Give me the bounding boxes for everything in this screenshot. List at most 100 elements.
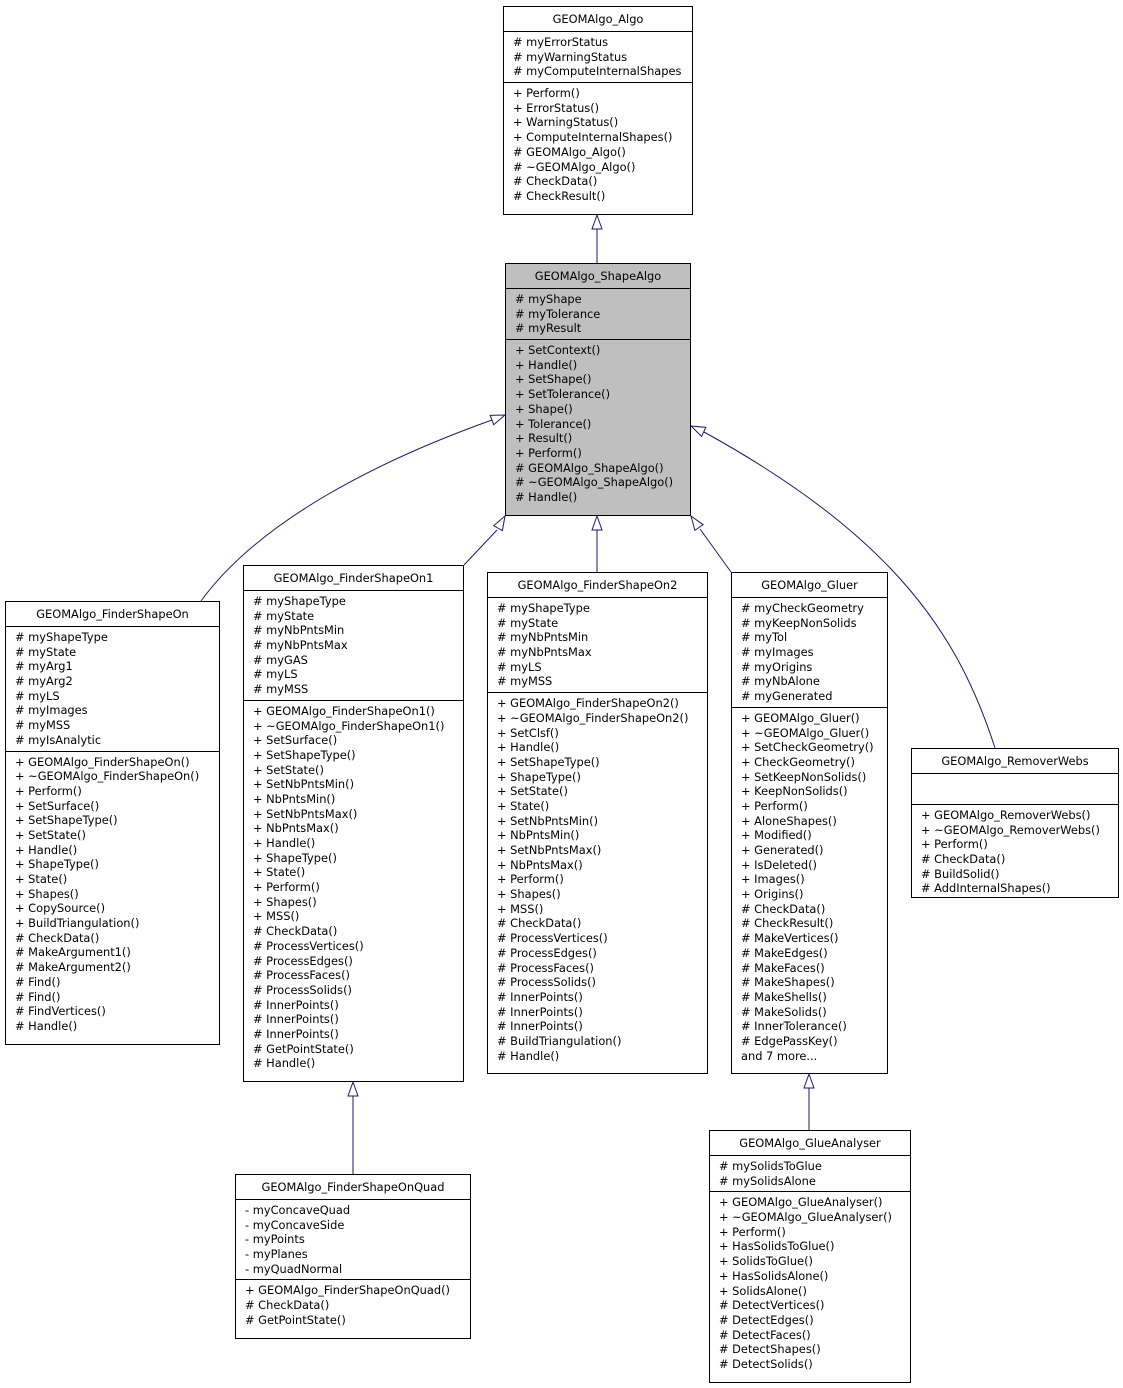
method-origins[interactable]: + Origins(): [741, 887, 887, 902]
method-checkdata[interactable]: # CheckData(): [497, 916, 707, 931]
method-innerpoints[interactable]: # InnerPoints(): [253, 998, 463, 1013]
class-name[interactable]: GEOMAlgo_ShapeAlgo: [506, 264, 690, 289]
class-name[interactable]: GEOMAlgo_FinderShapeOn2: [488, 573, 707, 598]
method-geomalgo-findershapeon[interactable]: + ~GEOMAlgo_FinderShapeOn(): [15, 769, 219, 784]
method-handle[interactable]: # Handle(): [253, 1056, 463, 1071]
attribute-mynbpntsmax[interactable]: # myNbPntsMax: [497, 645, 707, 660]
method-tolerance[interactable]: + Tolerance(): [515, 417, 690, 432]
method-innerpoints[interactable]: # InnerPoints(): [253, 1012, 463, 1027]
method-setshapetype[interactable]: + SetShapeType(): [15, 813, 219, 828]
method-checkdata[interactable]: # CheckData(): [921, 852, 1118, 867]
method-geomalgo-findershapeon1[interactable]: + ~GEOMAlgo_FinderShapeOn1(): [253, 719, 463, 734]
class-box-geomalgo-findershapeon2[interactable]: GEOMAlgo_FinderShapeOn2 # myShapeType # my…: [487, 572, 708, 1074]
method-checkgeometry[interactable]: + CheckGeometry(): [741, 755, 887, 770]
attribute-mycomputeinternalshapes[interactable]: # myComputeInternalShapes: [513, 64, 692, 79]
attribute-mykeepnonsolids[interactable]: # myKeepNonSolids: [741, 616, 887, 631]
method-checkdata[interactable]: # CheckData(): [245, 1298, 470, 1313]
class-name[interactable]: GEOMAlgo_Algo: [504, 7, 692, 32]
attribute-mytol[interactable]: # myTol: [741, 630, 887, 645]
method-geomalgo-algo[interactable]: # ~GEOMAlgo_Algo(): [513, 160, 692, 175]
method-perform[interactable]: + Perform(): [741, 799, 887, 814]
method-nbpntsmax[interactable]: + NbPntsMax(): [497, 858, 707, 873]
method-computeinternalshapes[interactable]: + ComputeInternalShapes(): [513, 130, 692, 145]
method-setstate[interactable]: + SetState(): [15, 828, 219, 843]
method-innerpoints[interactable]: # InnerPoints(): [497, 990, 707, 1005]
method-nbpntsmin[interactable]: + NbPntsMin(): [253, 792, 463, 807]
attribute-myarg2[interactable]: # myArg2: [15, 674, 219, 689]
method-detectsolids[interactable]: # DetectSolids(): [719, 1357, 910, 1372]
method-perform[interactable]: + Perform(): [497, 872, 707, 887]
method-detectedges[interactable]: # DetectEdges(): [719, 1313, 910, 1328]
method-setkeepnonsolids[interactable]: + SetKeepNonSolids(): [741, 770, 887, 785]
method-geomalgo-shapealgo[interactable]: # ~GEOMAlgo_ShapeAlgo(): [515, 475, 690, 490]
method-nbpntsmax[interactable]: + NbPntsMax(): [253, 821, 463, 836]
method-geomalgo-findershapeon2[interactable]: + ~GEOMAlgo_FinderShapeOn2(): [497, 711, 707, 726]
method-findvertices[interactable]: # FindVertices(): [15, 1004, 219, 1019]
method-hassolidsalone[interactable]: + HasSolidsAlone(): [719, 1269, 910, 1284]
attribute-myshape[interactable]: # myShape: [515, 292, 690, 307]
attribute-myshapetype[interactable]: # myShapeType: [15, 630, 219, 645]
method-detectvertices[interactable]: # DetectVertices(): [719, 1298, 910, 1313]
attribute-myshapetype[interactable]: # myShapeType: [253, 594, 463, 609]
attribute-myimages[interactable]: # myImages: [15, 703, 219, 718]
attribute-mygenerated[interactable]: # myGenerated: [741, 689, 887, 704]
method-state[interactable]: + State(): [15, 872, 219, 887]
attribute-myconcavequad[interactable]: - myConcaveQuad: [245, 1203, 470, 1218]
method-shapes[interactable]: + Shapes(): [253, 895, 463, 910]
attribute-myls[interactable]: # myLS: [253, 667, 463, 682]
method-processvertices[interactable]: # ProcessVertices(): [497, 931, 707, 946]
method-setnbpntsmax[interactable]: + SetNbPntsMax(): [253, 807, 463, 822]
method-find[interactable]: # Find(): [15, 990, 219, 1005]
method-innertolerance[interactable]: # InnerTolerance(): [741, 1019, 887, 1034]
method-shapetype[interactable]: + ShapeType(): [253, 851, 463, 866]
attribute-mymss[interactable]: # myMSS: [15, 718, 219, 733]
attribute-myls[interactable]: # myLS: [497, 660, 707, 675]
method-getpointstate[interactable]: # GetPointState(): [245, 1313, 470, 1328]
attribute-mystate[interactable]: # myState: [497, 616, 707, 631]
attribute-mysolidsalone[interactable]: # mySolidsAlone: [719, 1174, 910, 1189]
attribute-myimages[interactable]: # myImages: [741, 645, 887, 660]
method-settolerance[interactable]: + SetTolerance(): [515, 387, 690, 402]
attribute-myerrorstatus[interactable]: # myErrorStatus: [513, 35, 692, 50]
method-shapetype[interactable]: + ShapeType(): [497, 770, 707, 785]
attribute-mymss[interactable]: # myMSS: [253, 682, 463, 697]
class-box-geomalgo-removerwebs[interactable]: GEOMAlgo_RemoverWebs + GEOMAlgo_RemoverWe…: [911, 748, 1119, 898]
attribute-mynbalone[interactable]: # myNbAlone: [741, 674, 887, 689]
method-setnbpntsmin[interactable]: + SetNbPntsMin(): [253, 777, 463, 792]
method-handle[interactable]: # Handle(): [515, 490, 690, 505]
method-solidstoglue[interactable]: + SolidsToGlue(): [719, 1254, 910, 1269]
method-addinternalshapes[interactable]: # AddInternalShapes(): [921, 881, 1118, 896]
method-handle[interactable]: + Handle(): [515, 358, 690, 373]
method-setstate[interactable]: + SetState(): [253, 763, 463, 778]
class-box-geomalgo-findershapeon[interactable]: GEOMAlgo_FinderShapeOn # myShapeType # myS…: [5, 601, 220, 1045]
method-images[interactable]: + Images(): [741, 872, 887, 887]
method-makeshells[interactable]: # MakeShells(): [741, 990, 887, 1005]
attribute-myisanalytic[interactable]: # myIsAnalytic: [15, 733, 219, 748]
class-name[interactable]: GEOMAlgo_GlueAnalyser: [710, 1131, 910, 1156]
method-makeshapes[interactable]: # MakeShapes(): [741, 975, 887, 990]
method-detectfaces[interactable]: # DetectFaces(): [719, 1328, 910, 1343]
method-checkresult[interactable]: # CheckResult(): [513, 189, 692, 204]
more-members-link[interactable]: and 7 more...: [741, 1049, 887, 1064]
method-perform[interactable]: + Perform(): [921, 837, 1118, 852]
method-makeargument2[interactable]: # MakeArgument2(): [15, 960, 219, 975]
attribute-myarg1[interactable]: # myArg1: [15, 659, 219, 674]
class-name[interactable]: GEOMAlgo_FinderShapeOnQuad: [236, 1175, 470, 1200]
attribute-myquadnormal[interactable]: - myQuadNormal: [245, 1262, 470, 1277]
method-geomalgo-gluer[interactable]: + GEOMAlgo_Gluer(): [741, 711, 887, 726]
method-geomalgo-glueanalyser[interactable]: + ~GEOMAlgo_GlueAnalyser(): [719, 1210, 910, 1225]
attribute-myresult[interactable]: # myResult: [515, 321, 690, 336]
class-box-geomalgo-gluer[interactable]: GEOMAlgo_Gluer # myCheckGeometry # myKeepN…: [731, 572, 888, 1074]
method-shapes[interactable]: + Shapes(): [497, 887, 707, 902]
method-geomalgo-findershapeon[interactable]: + GEOMAlgo_FinderShapeOn(): [15, 755, 219, 770]
method-shapetype[interactable]: + ShapeType(): [15, 857, 219, 872]
attribute-mywarningstatus[interactable]: # myWarningStatus: [513, 50, 692, 65]
method-setshapetype[interactable]: + SetShapeType(): [253, 748, 463, 763]
method-checkdata[interactable]: # CheckData(): [741, 902, 887, 917]
method-detectshapes[interactable]: # DetectShapes(): [719, 1342, 910, 1357]
method-shapes[interactable]: + Shapes(): [15, 887, 219, 902]
method-buildtriangulation[interactable]: # BuildTriangulation(): [497, 1034, 707, 1049]
attribute-mycheckgeometry[interactable]: # myCheckGeometry: [741, 601, 887, 616]
method-geomalgo-shapealgo[interactable]: # GEOMAlgo_ShapeAlgo(): [515, 461, 690, 476]
attribute-mymss[interactable]: # myMSS: [497, 674, 707, 689]
